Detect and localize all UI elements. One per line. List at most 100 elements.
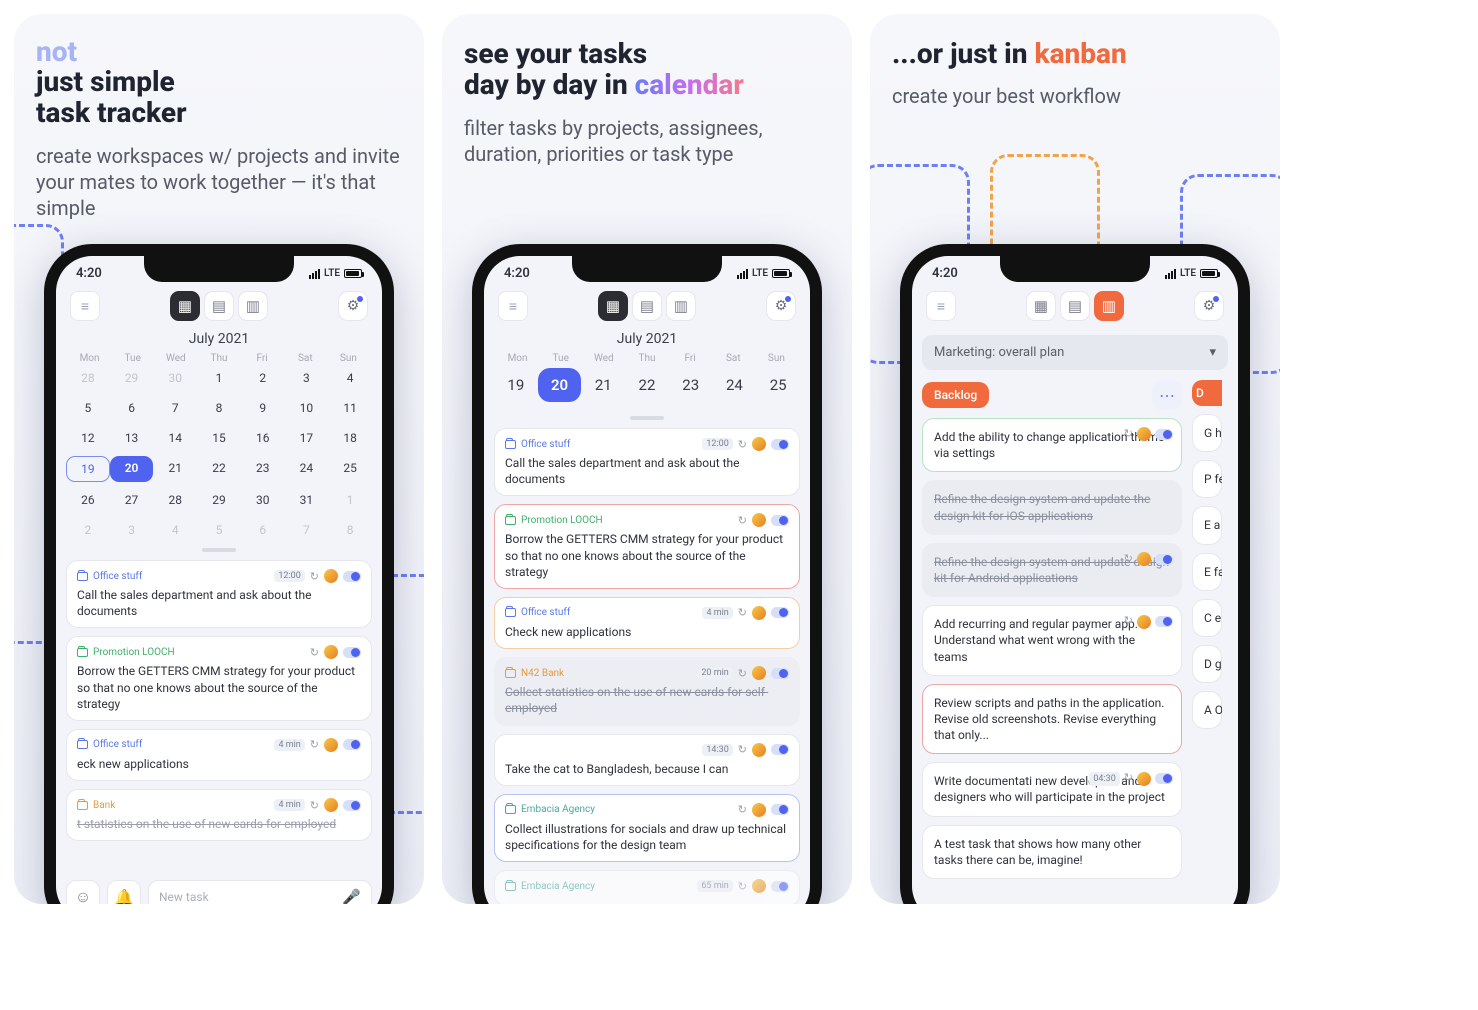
new-task-input[interactable]: New task 🎤 (148, 880, 372, 904)
kanban-card[interactable]: A test task that shows how many other ta… (922, 825, 1182, 879)
workspace-button[interactable]: ≡ (498, 291, 528, 321)
task-toggle[interactable] (771, 668, 789, 679)
calendar-view-tab[interactable]: ▦ (598, 291, 628, 321)
calendar-day[interactable]: 11 (328, 396, 372, 420)
kanban-card-peek[interactable]: E a se (1192, 506, 1222, 544)
calendar-day[interactable]: 5 (66, 396, 110, 420)
calendar-day[interactable]: 9 (241, 396, 285, 420)
task-toggle[interactable] (771, 804, 789, 815)
calendar-day[interactable]: 7 (153, 396, 197, 420)
kanban-card-peek[interactable]: P fe (1192, 460, 1222, 498)
board-selector[interactable]: Marketing: overall plan ▾ (922, 335, 1228, 370)
filter-button[interactable]: ⚙ (766, 291, 796, 321)
calendar-day[interactable]: 13 (110, 426, 154, 450)
calendar-day[interactable]: 8 (197, 396, 241, 420)
calendar-view-tab[interactable]: ▦ (1026, 291, 1056, 321)
column-title[interactable]: Backlog (922, 382, 989, 408)
calendar-view-tab[interactable]: ▦ (170, 291, 200, 321)
task-card[interactable]: Promotion LOOCH↻Borrow the GETTERS CMM s… (494, 504, 800, 589)
calendar-day[interactable]: 12 (66, 426, 110, 450)
task-card[interactable]: Office stuff12:00↻Call the sales departm… (66, 560, 372, 628)
kanban-card-peek[interactable]: C e d (1192, 599, 1222, 637)
workspace-button[interactable]: ≡ (926, 291, 956, 321)
task-card[interactable]: Promotion LOOCH↻Borrow the GETTERS CMM s… (66, 636, 372, 721)
calendar-day[interactable]: 4 (328, 366, 372, 390)
task-toggle[interactable] (343, 739, 361, 750)
card-toggle[interactable] (1155, 554, 1173, 565)
card-toggle[interactable] (1155, 616, 1173, 627)
calendar-day[interactable]: 5 (197, 518, 241, 542)
task-card[interactable]: Bank4 min↻t statistics on the use of new… (66, 789, 372, 841)
workspace-button[interactable]: ≡ (70, 291, 100, 321)
calendar-day[interactable]: 21 (153, 456, 197, 482)
list-view-tab[interactable]: ▤ (204, 291, 234, 321)
calendar-day[interactable]: 6 (241, 518, 285, 542)
calendar-day[interactable]: 29 (197, 488, 241, 512)
calendar-day[interactable]: 22 (197, 456, 241, 482)
calendar-day[interactable]: 26 (66, 488, 110, 512)
calendar-day[interactable]: 27 (110, 488, 154, 512)
calendar-day[interactable]: 2 (241, 366, 285, 390)
calendar-day[interactable]: 31 (285, 488, 329, 512)
task-toggle[interactable] (771, 881, 789, 892)
calendar-day[interactable]: 17 (285, 426, 329, 450)
kanban-card[interactable]: ↻Add recurring and regular paymer app. U… (922, 605, 1182, 676)
calendar-day[interactable]: 3 (110, 518, 154, 542)
drag-handle[interactable] (202, 548, 236, 552)
calendar-day[interactable]: 1 (197, 366, 241, 390)
column-menu-button[interactable]: ⋯ (1152, 380, 1182, 410)
calendar-day[interactable]: 18 (328, 426, 372, 450)
kanban-board[interactable]: Backlog ⋯ ↻Add the ability to change app… (912, 380, 1238, 879)
calendar-day[interactable]: 3 (285, 366, 329, 390)
calendar-day[interactable]: 20 (110, 456, 154, 482)
kanban-view-tab[interactable]: ▥ (238, 291, 268, 321)
calendar-day[interactable]: 28 (66, 366, 110, 390)
calendar-day[interactable]: 16 (241, 426, 285, 450)
emoji-button[interactable]: ☺ (66, 880, 100, 904)
task-card[interactable]: Embacia Agency65 min↻ (494, 870, 800, 904)
calendar-day[interactable]: 30 (241, 488, 285, 512)
kanban-card[interactable]: ↻Refine the design system and update des… (922, 543, 1182, 597)
filter-button[interactable]: ⚙ (1194, 291, 1224, 321)
calendar-day[interactable]: 28 (153, 488, 197, 512)
card-toggle[interactable] (1155, 429, 1173, 440)
task-toggle[interactable] (343, 571, 361, 582)
mic-icon[interactable]: 🎤 (342, 888, 361, 904)
drag-handle[interactable] (630, 416, 664, 420)
task-card[interactable]: Office stuff4 min↻Check new applications (494, 597, 800, 649)
kanban-card-peek[interactable]: G h a (1192, 414, 1222, 452)
kanban-view-tab[interactable]: ▥ (1094, 291, 1124, 321)
notifications-button[interactable]: 🔔 (107, 880, 141, 904)
list-view-tab[interactable]: ▤ (632, 291, 662, 321)
task-toggle[interactable] (771, 439, 789, 450)
kanban-card[interactable]: ↻Add the ability to change application t… (922, 418, 1182, 472)
kanban-card-peek[interactable]: A O s (1192, 691, 1222, 729)
task-toggle[interactable] (343, 800, 361, 811)
kanban-card[interactable]: Refine the design system and update the … (922, 480, 1182, 534)
kanban-view-tab[interactable]: ▥ (666, 291, 696, 321)
task-card[interactable]: Office stuff12:00↻Call the sales departm… (494, 428, 800, 496)
calendar-day[interactable]: 25 (328, 456, 372, 482)
kanban-card-peek[interactable]: D g m (1192, 645, 1222, 683)
kanban-card[interactable]: 04:30↻Write documentati new developers a… (922, 762, 1182, 816)
kanban-card-peek[interactable]: E fa e (1192, 553, 1222, 591)
calendar-day[interactable]: 30 (153, 366, 197, 390)
task-card[interactable]: Office stuff4 min↻eck new applications (66, 729, 372, 781)
calendar-day[interactable]: 10 (285, 396, 329, 420)
calendar-day[interactable]: 23 (241, 456, 285, 482)
calendar-day[interactable]: 4 (153, 518, 197, 542)
task-card[interactable]: 14:30↻Take the cat to Bangladesh, becaus… (494, 734, 800, 786)
filter-button[interactable]: ⚙ (338, 291, 368, 321)
calendar-day[interactable]: 8 (328, 518, 372, 542)
calendar-day[interactable]: 2 (66, 518, 110, 542)
calendar-day[interactable]: 24 (285, 456, 329, 482)
calendar-day[interactable]: 19 (66, 456, 110, 482)
calendar-day[interactable]: 6 (110, 396, 154, 420)
calendar-day[interactable]: 15 (197, 426, 241, 450)
task-toggle[interactable] (343, 647, 361, 658)
task-card[interactable]: Embacia Agency↻Collect illustrations for… (494, 794, 800, 862)
list-view-tab[interactable]: ▤ (1060, 291, 1090, 321)
kanban-column-peek[interactable]: D G h aP feE a seE fa eC e dD g mA O s (1192, 380, 1222, 879)
calendar-day[interactable]: 29 (110, 366, 154, 390)
calendar-day[interactable]: 7 (285, 518, 329, 542)
